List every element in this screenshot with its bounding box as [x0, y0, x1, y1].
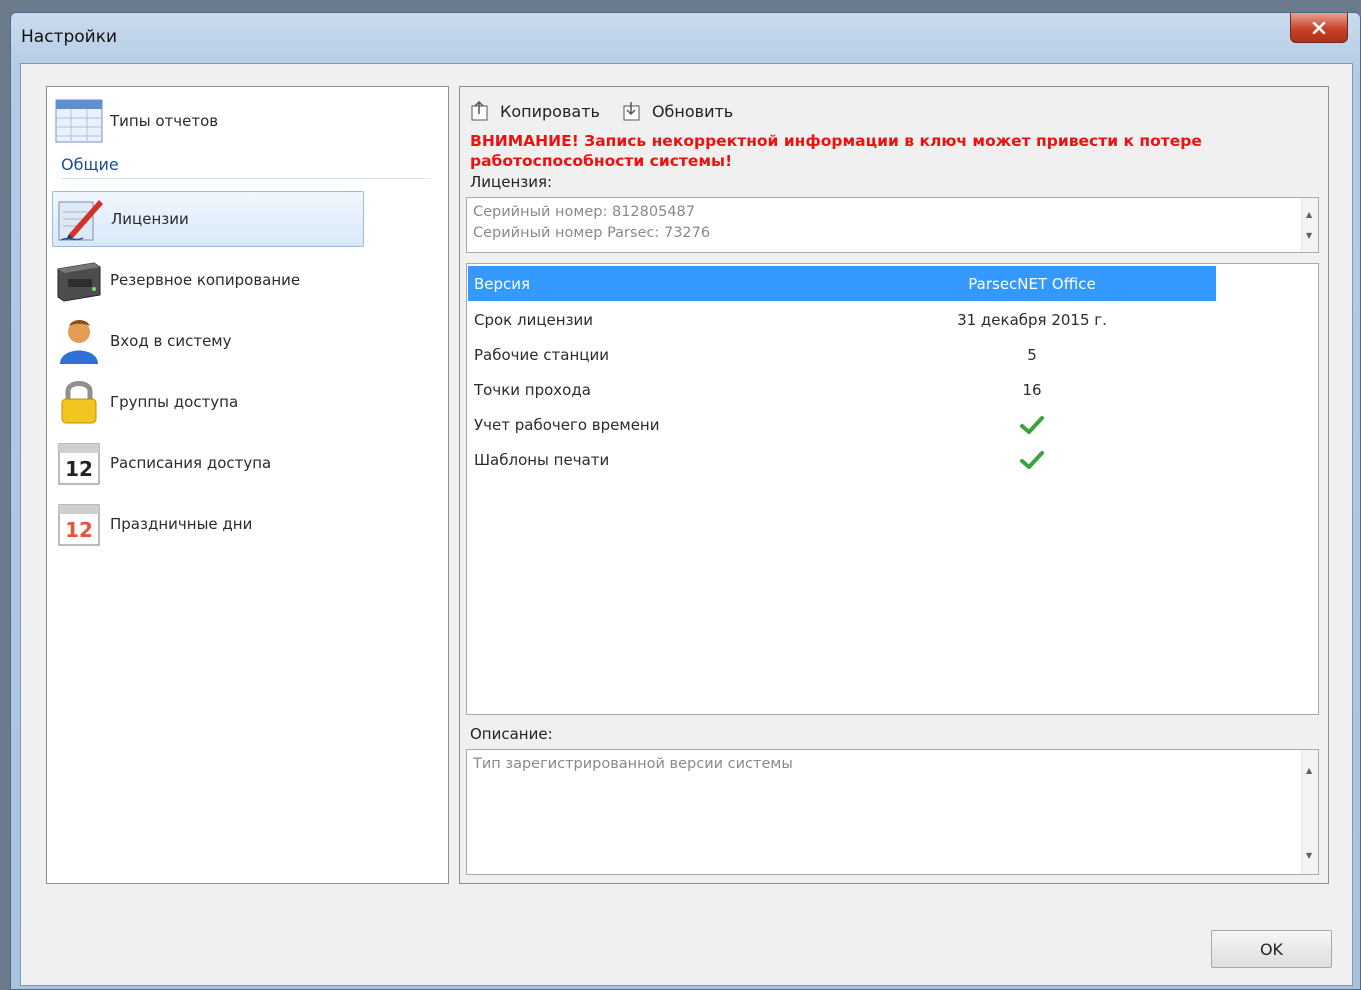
settings-nav-panel: Типы отчетов Общие Лицензии Резервное ко…	[46, 86, 449, 884]
nav-item-access-groups[interactable]: Группы доступа	[52, 374, 364, 430]
grid-row-print-templates[interactable]: Шаблоны печати	[468, 442, 1216, 477]
grid-row-version[interactable]: Версия ParsecNET Office	[468, 266, 1216, 301]
window-title: Настройки	[21, 27, 118, 47]
grid-row-license-term[interactable]: Срок лицензии 31 декабря 2015 г.	[468, 302, 1216, 337]
refresh-icon	[623, 102, 640, 121]
group-header-general: Общие	[61, 155, 431, 179]
close-icon	[1312, 21, 1326, 34]
row-value: 5	[1027, 345, 1037, 364]
row-name: Учет рабочего времени	[474, 415, 660, 434]
toolbar: Копировать Обновить	[470, 97, 755, 125]
padlock-icon	[61, 381, 97, 424]
dialog-body: Типы отчетов Общие Лицензии Резервное ко…	[20, 63, 1353, 986]
warning-message: ВНИМАНИЕ! Запись некорректной информации…	[470, 132, 1202, 170]
scroll-up-icon[interactable]: ▲	[1306, 760, 1312, 781]
description-label: Описание:	[470, 725, 553, 743]
copy-button[interactable]: Копировать	[470, 100, 600, 122]
user-login-icon	[60, 320, 98, 364]
license-scrollbar[interactable]: ▲ ▼	[1301, 198, 1318, 252]
license-line-serial: Серийный номер: 812805487	[473, 204, 695, 220]
nav-label-access-groups: Группы доступа	[110, 393, 239, 411]
row-name: Рабочие станции	[474, 345, 609, 364]
row-name: Срок лицензии	[474, 310, 594, 329]
nav-item-access-schedules[interactable]: 12 Расписания доступа	[52, 435, 364, 491]
svg-text:12: 12	[65, 457, 93, 481]
row-value: 16	[1022, 380, 1042, 399]
nav-label-access-schedules: Расписания доступа	[110, 454, 272, 472]
nav-label-licenses: Лицензии	[111, 210, 189, 228]
scroll-down-icon[interactable]: ▼	[1306, 225, 1312, 246]
row-value: ParsecNET Office	[968, 274, 1096, 293]
license-textbox[interactable]: Серийный номер: 812805487 Серийный номер…	[466, 197, 1319, 253]
refresh-button[interactable]: Обновить	[622, 100, 733, 122]
copy-icon	[471, 100, 488, 121]
checkmark-icon	[1020, 450, 1044, 469]
grid-row-time-tracking[interactable]: Учет рабочего времени	[468, 407, 1216, 442]
calendar-icon: 12	[58, 443, 100, 485]
grid-row-workstations[interactable]: Рабочие станции 5	[468, 337, 1216, 372]
copy-label: Копировать	[500, 101, 600, 121]
nav-label-holidays: Праздничные дни	[110, 515, 253, 533]
nav-item-report-types[interactable]: Типы отчетов	[52, 93, 364, 149]
row-value	[848, 450, 1216, 470]
nav-item-holidays[interactable]: 12 Праздничные дни	[52, 496, 364, 552]
description-scrollbar[interactable]: ▲ ▼	[1301, 750, 1318, 874]
nav-label-report-types: Типы отчетов	[110, 112, 219, 130]
checkmark-icon	[1020, 415, 1044, 434]
close-button[interactable]	[1290, 13, 1348, 43]
license-line-parsec-serial: Серийный номер Parsec: 73276	[473, 225, 711, 241]
title-bar[interactable]: Настройки	[11, 13, 1360, 63]
nav-item-login[interactable]: Вход в систему	[52, 313, 364, 369]
row-value: 31 декабря 2015 г.	[957, 310, 1107, 329]
row-name: Версия	[474, 274, 531, 293]
nav-label-login: Вход в систему	[110, 332, 232, 350]
description-text: Тип зарегистрированной версии системы	[473, 756, 793, 772]
nav-item-backup[interactable]: Резервное копирование	[52, 252, 364, 308]
ok-button[interactable]: OK	[1211, 930, 1332, 968]
refresh-label: Обновить	[651, 101, 734, 121]
backup-device-icon	[57, 262, 101, 302]
license-label: Лицензия:	[470, 173, 553, 191]
scroll-down-icon[interactable]: ▼	[1306, 845, 1312, 866]
license-properties-grid: Версия ParsecNET Office Срок лицензии 31…	[466, 263, 1319, 715]
report-types-icon	[55, 99, 103, 143]
row-name: Точки прохода	[474, 380, 591, 399]
settings-window: Настройки Типы отчетов Общие Лицензии Ре…	[10, 12, 1361, 990]
license-settings-panel: Копировать Обновить ВНИМАНИЕ! Запись нек…	[459, 86, 1329, 884]
row-value	[848, 415, 1216, 435]
row-name: Шаблоны печати	[474, 450, 610, 469]
svg-text:12: 12	[65, 518, 93, 542]
description-textbox[interactable]: Тип зарегистрированной версии системы ▲ …	[466, 749, 1319, 875]
nav-item-licenses[interactable]: Лицензии	[52, 191, 364, 247]
grid-row-access-points[interactable]: Точки прохода 16	[468, 372, 1216, 407]
scroll-up-icon[interactable]: ▲	[1306, 204, 1312, 225]
nav-label-backup: Резервное копирование	[110, 271, 301, 289]
holiday-calendar-icon: 12	[58, 504, 100, 546]
license-pen-icon	[58, 200, 103, 241]
